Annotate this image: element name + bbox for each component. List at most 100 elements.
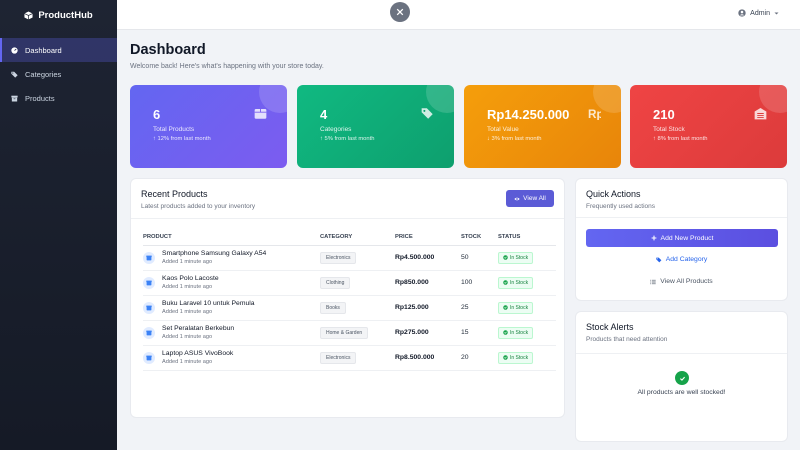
stock: 50	[461, 245, 498, 271]
product-icon	[143, 326, 155, 339]
sidebar-item-label: Products	[25, 93, 55, 103]
stock: 100	[461, 270, 498, 296]
column-header[interactable]: PRODUCT	[143, 230, 320, 246]
stock-alerts-card: Stock Alerts Products that need attentio…	[575, 311, 788, 442]
column-header[interactable]: CATEGORY	[320, 230, 395, 246]
check-circle-icon	[675, 371, 689, 385]
sidebar-item-label: Categories	[25, 69, 62, 79]
close-icon	[396, 8, 404, 16]
status-text: In Stock	[510, 254, 529, 261]
stat-change: ↑ 12% from last month	[153, 136, 287, 142]
tags-icon	[421, 108, 433, 119]
brand[interactable]: ProductHub	[0, 0, 117, 30]
stat-change: ↑ 8% from last month	[653, 136, 787, 142]
stat-change: ↑ 5% from last month	[320, 136, 454, 142]
card-title: Recent Products	[141, 189, 208, 199]
product-name[interactable]: Buku Laravel 10 untuk Pemula	[162, 300, 255, 307]
check-circle-icon	[503, 355, 508, 360]
user-menu[interactable]: Admin	[738, 9, 779, 17]
eye-icon	[514, 197, 520, 200]
card-subtitle: Products that need attention	[586, 336, 668, 343]
stat-card-total-value: Rp14.250.000 Total Value ↓ 3% from last …	[464, 85, 621, 168]
box-icon	[146, 355, 152, 360]
table-header-row: PRODUCT CATEGORY PRICE STOCK STATUS	[143, 230, 556, 246]
add-product-button[interactable]: Add New Product	[586, 229, 778, 247]
product-added: Added 1 minute ago	[162, 309, 213, 315]
card-subtitle: Frequently used actions	[586, 203, 656, 210]
product-added: Added 1 minute ago	[162, 359, 213, 365]
box-icon	[254, 108, 267, 119]
gauge-icon	[11, 46, 18, 54]
check-circle-icon	[503, 255, 508, 260]
page-title: Dashboard	[130, 42, 206, 58]
table-row[interactable]: Set Peralatan Berkebun Added 1 minute ago…	[143, 320, 556, 346]
box-icon	[146, 255, 152, 260]
warehouse-icon	[754, 108, 767, 120]
check-circle-icon	[503, 305, 508, 310]
check-circle-icon	[503, 330, 508, 335]
stock: 20	[461, 345, 498, 371]
product-name[interactable]: Laptop ASUS VivoBook	[162, 350, 233, 357]
product-cell: Smartphone Samsung Galaxy A54 Added 1 min…	[143, 250, 320, 265]
card-header: Stock Alerts Products that need attentio…	[586, 322, 667, 343]
price: Rp275.000	[395, 320, 461, 346]
status-badge: In Stock	[498, 326, 534, 339]
box-icon	[11, 95, 18, 102]
sidebar: ProductHub Dashboard Categories Products	[0, 0, 117, 450]
tags-icon	[11, 71, 18, 78]
category-badge: Electronics	[320, 251, 357, 264]
status-text: In Stock	[510, 304, 529, 311]
stat-change-text: 3% from last month	[491, 136, 542, 142]
sidebar-item-categories[interactable]: Categories	[0, 62, 117, 86]
category-badge: Home & Garden	[320, 326, 369, 339]
status-badge: In Stock	[498, 301, 534, 314]
cube-icon	[24, 10, 34, 20]
column-header[interactable]: STATUS	[498, 230, 556, 246]
stat-label: Total Stock	[653, 126, 685, 133]
sidebar-item-products[interactable]: Products	[0, 86, 117, 110]
chevron-down-icon	[774, 12, 779, 14]
table-row[interactable]: Kaos Polo Lacoste Added 1 minute ago Clot…	[143, 270, 556, 296]
sidebar-nav: Dashboard Categories Products	[0, 38, 117, 110]
add-category-link[interactable]: Add Category	[576, 256, 787, 263]
price: Rp850.000	[395, 270, 461, 296]
product-added: Added 1 minute ago	[162, 284, 213, 290]
status-text: In Stock	[510, 354, 529, 361]
divider	[576, 353, 787, 354]
status-text: In Stock	[510, 279, 529, 286]
view-all-button[interactable]: View All	[506, 190, 554, 207]
check-circle-icon	[503, 280, 508, 285]
table-row[interactable]: Laptop ASUS VivoBook Added 1 minute ago E…	[143, 345, 556, 371]
stat-card-total-stock: 210 Total Stock ↑ 8% from last month	[630, 85, 787, 168]
close-button[interactable]	[390, 2, 410, 22]
column-header[interactable]: STOCK	[461, 230, 498, 246]
product-added: Added 1 minute ago	[162, 259, 213, 265]
product-name[interactable]: Smartphone Samsung Galaxy A54	[162, 250, 266, 257]
product-name[interactable]: Set Peralatan Berkebun	[162, 325, 234, 332]
svg-text:Rp: Rp	[588, 108, 601, 120]
sidebar-item-dashboard[interactable]: Dashboard	[0, 38, 117, 62]
product-cell: Laptop ASUS VivoBook Added 1 minute ago	[143, 350, 320, 365]
divider	[131, 218, 564, 219]
view-all-products-link[interactable]: View All Products	[576, 278, 787, 285]
price: Rp4.500.000	[395, 245, 461, 271]
status-badge: In Stock	[498, 351, 534, 364]
divider	[576, 217, 787, 218]
add-product-label: Add New Product	[660, 234, 714, 242]
stat-change-text: 5% from last month	[324, 136, 375, 142]
table-row[interactable]: Smartphone Samsung Galaxy A54 Added 1 min…	[143, 245, 556, 271]
add-category-label: Add Category	[665, 256, 708, 263]
price: Rp8.500.000	[395, 345, 461, 371]
column-header[interactable]: PRICE	[395, 230, 461, 246]
quick-actions-card: Quick Actions Frequently used actions Ad…	[575, 178, 788, 301]
category-badge: Books	[320, 301, 346, 314]
product-name[interactable]: Kaos Polo Lacoste	[162, 275, 219, 282]
stock-alert-message: All products are well stocked!	[637, 389, 726, 396]
table-row[interactable]: Buku Laravel 10 untuk Pemula Added 1 minu…	[143, 295, 556, 321]
products-table: PRODUCT CATEGORY PRICE STOCK STATUS Smar…	[143, 230, 556, 371]
stat-change-text: 8% from last month	[657, 136, 708, 142]
stock: 15	[461, 320, 498, 346]
stat-card-categories: 4 Categories ↑ 5% from last month	[297, 85, 454, 168]
stat-change: ↓ 3% from last month	[487, 136, 621, 142]
rupiah-icon: Rp	[588, 108, 601, 120]
